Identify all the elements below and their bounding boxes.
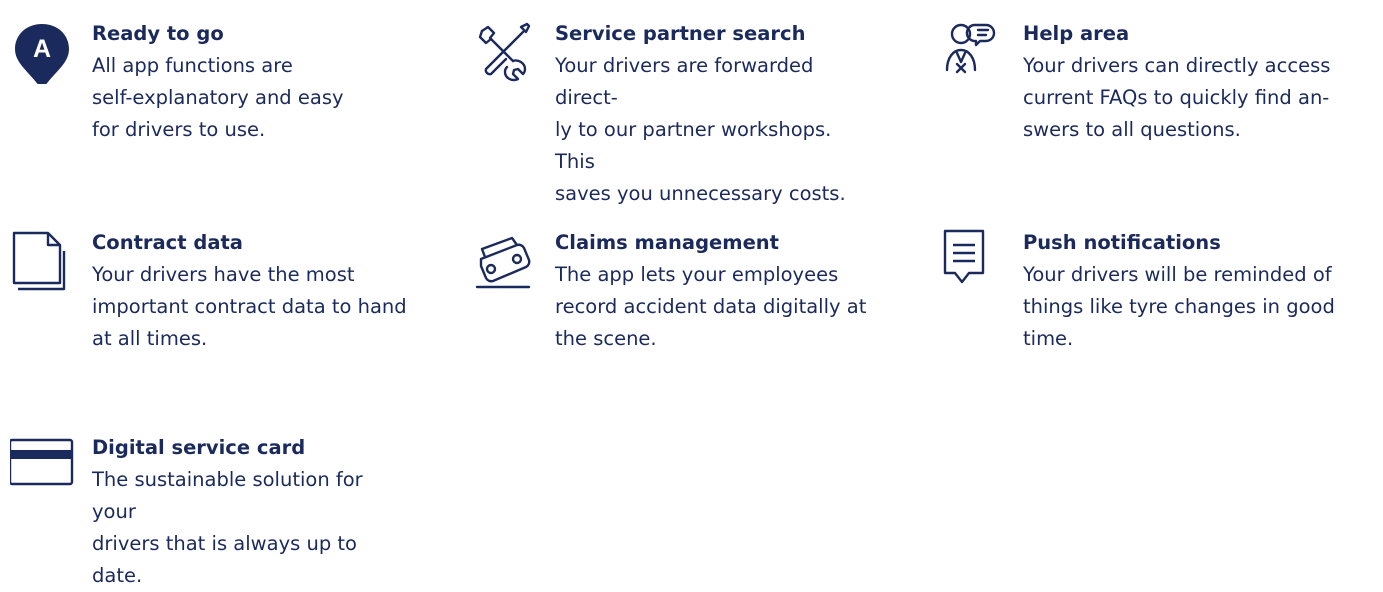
feature-description: The app lets your employees record accid…	[555, 263, 867, 350]
feature-description: Your drivers can directly access current…	[1023, 54, 1331, 141]
feature-description: Your drivers are forwarded direct- ly to…	[555, 54, 846, 205]
features-page: { "features": [ {"id": "ready", "icon": …	[0, 0, 1383, 587]
feature-description: All app functions are self-explanatory a…	[92, 54, 344, 141]
feature-title: Service partner search	[555, 22, 806, 45]
tools-icon	[473, 20, 537, 84]
feature-claims-management: Claims management The app lets your empl…	[473, 229, 873, 359]
feature-digital-service-card: Digital service card The sustainable sol…	[10, 434, 410, 587]
crashed-car-icon	[473, 229, 537, 293]
map-pin-letter-icon: A	[10, 20, 74, 84]
document-icon	[10, 229, 74, 293]
feature-help-area: Help area Your drivers can directly acce…	[941, 20, 1341, 150]
feature-title: Digital service card	[92, 436, 306, 459]
feature-title: Contract data	[92, 231, 243, 254]
feature-title: Claims management	[555, 231, 780, 254]
feature-title: Push notifications	[1023, 231, 1221, 254]
feature-description: Your drivers have the most important con…	[92, 263, 407, 350]
feature-description: The sustainable solution for your driver…	[92, 468, 363, 587]
feature-title: Help area	[1023, 22, 1130, 45]
feature-service-partner-search: Service partner search Your drivers are …	[473, 20, 873, 205]
feature-push-notifications: Push notifications Your drivers will be …	[941, 229, 1341, 359]
feature-ready-to-go: A Ready to go All app functions are self…	[10, 20, 410, 150]
feature-title: Ready to go	[92, 22, 224, 45]
message-icon	[941, 229, 1005, 293]
pin-letter: A	[33, 35, 51, 63]
help-person-icon	[941, 20, 1005, 84]
feature-description: Your drivers will be reminded of things …	[1023, 263, 1335, 350]
credit-card-icon	[10, 434, 74, 498]
feature-contract-data: Contract data Your drivers have the most…	[10, 229, 410, 359]
